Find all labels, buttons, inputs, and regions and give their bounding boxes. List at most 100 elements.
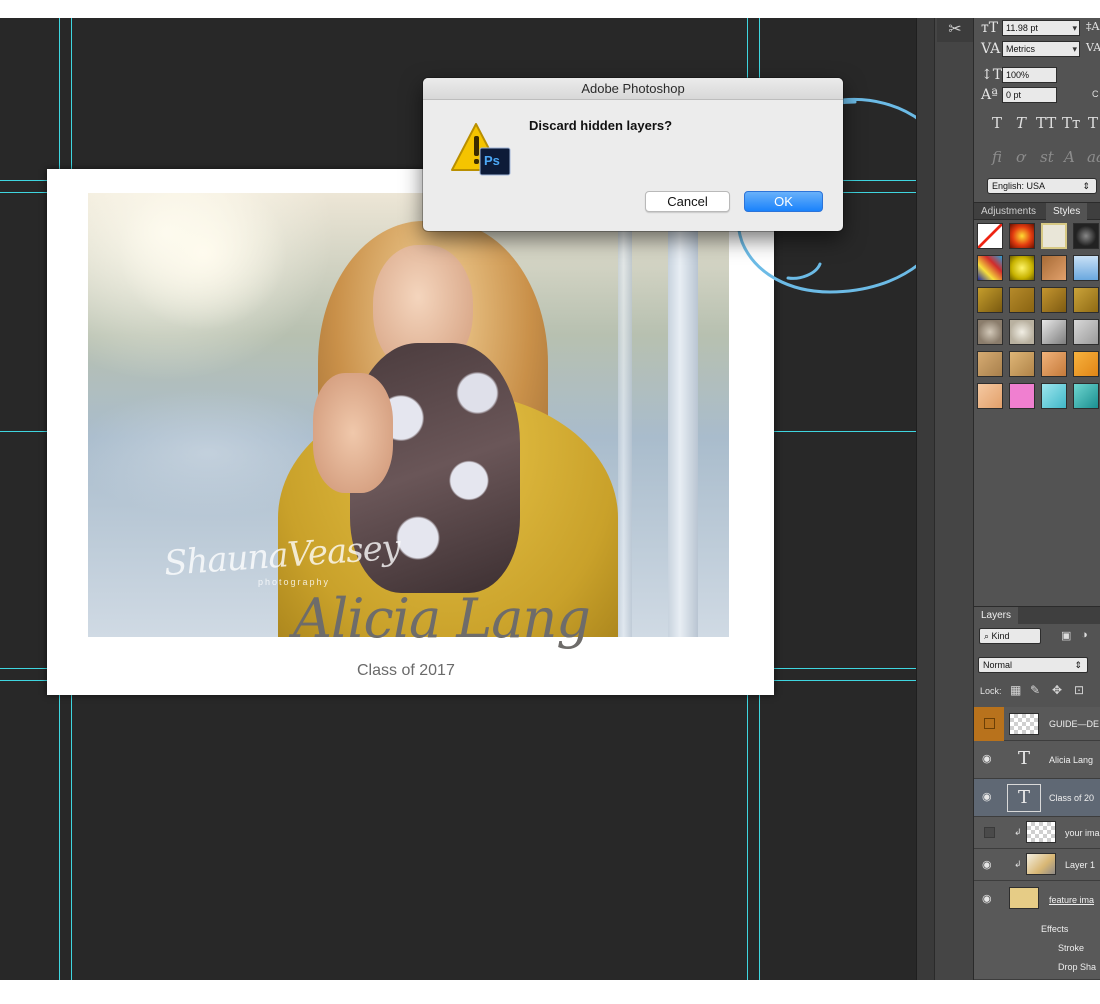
superscript-button[interactable]: T — [1088, 114, 1098, 132]
style-swatch[interactable] — [1041, 351, 1067, 377]
layer-name[interactable]: GUIDE—DE — [1049, 719, 1099, 729]
ok-button[interactable]: OK — [744, 191, 823, 212]
style-swatch[interactable] — [977, 255, 1003, 281]
style-swatch[interactable] — [1073, 255, 1099, 281]
photoshop-badge-icon: Ps — [484, 153, 500, 168]
eye-icon[interactable]: ◉ — [982, 858, 992, 871]
small-caps-button[interactable]: Tт — [1062, 114, 1080, 132]
text-layer-icon: T — [1017, 748, 1030, 769]
language-select[interactable]: English: USA ⇕ — [987, 178, 1097, 194]
filter-kind-value: Kind — [991, 631, 1010, 641]
eye-icon[interactable]: ◉ — [982, 790, 992, 803]
style-swatch[interactable] — [1073, 351, 1099, 377]
style-swatch[interactable] — [1041, 223, 1067, 249]
style-swatch[interactable] — [1041, 255, 1067, 281]
cancel-button[interactable]: Cancel — [645, 191, 730, 212]
style-swatch[interactable] — [1009, 383, 1035, 409]
style-swatch[interactable] — [1009, 319, 1035, 345]
layer-row[interactable]: ◉ feature ima Effects Stroke Drop Sha — [974, 881, 1100, 980]
eye-icon[interactable]: ◉ — [982, 752, 992, 765]
old-style-button[interactable]: ơ — [1016, 148, 1025, 166]
blend-mode-value: Normal — [983, 660, 1013, 670]
style-swatch[interactable] — [1073, 223, 1099, 249]
style-swatch[interactable] — [977, 383, 1003, 409]
filter-kind-select[interactable]: ⌕ Kind — [979, 628, 1041, 644]
font-size-icon: тT — [981, 20, 999, 36]
layer-thumbnail — [1026, 853, 1056, 875]
style-swatch[interactable] — [1009, 223, 1035, 249]
layer-row[interactable]: GUIDE—DE — [974, 707, 1100, 741]
blend-mode-select[interactable]: Normal ⇕ — [978, 657, 1088, 673]
style-swatch[interactable] — [977, 319, 1003, 345]
eye-icon[interactable]: ◉ — [982, 892, 992, 905]
lock-image-icon[interactable]: ✎ — [1030, 683, 1040, 697]
layer-row[interactable]: ↲ your ima — [974, 817, 1100, 849]
tool-settings-icon[interactable]: ✂ — [937, 18, 973, 42]
layer-name[interactable]: feature ima — [1049, 895, 1094, 905]
layer-name[interactable]: Class of 20 — [1049, 793, 1094, 803]
shape-layer-thumbnail — [1009, 887, 1039, 909]
effects-label: Effects — [1041, 924, 1069, 934]
kerning-field[interactable]: Metrics — [1002, 41, 1080, 57]
bottom-margin — [0, 980, 1100, 1004]
tab-adjustments[interactable]: Adjustments — [974, 203, 1043, 220]
clipping-arrow-icon: ↲ — [1014, 859, 1022, 869]
stylistic-alternates-button[interactable]: aa — [1087, 148, 1100, 166]
style-swatch[interactable] — [1041, 287, 1067, 313]
swash-button[interactable]: A — [1064, 148, 1075, 166]
style-swatch[interactable] — [1009, 351, 1035, 377]
dialog-title: Adobe Photoshop — [423, 78, 843, 100]
layer-thumbnail — [1009, 713, 1039, 735]
vertical-scale-icon: ↕T — [981, 67, 1003, 83]
pixel-filter-icon[interactable]: ▣ — [1061, 629, 1071, 642]
style-swatch[interactable] — [1073, 383, 1099, 409]
faux-italic-button[interactable]: T — [1016, 114, 1026, 132]
layer-row-selected[interactable]: ◉ T Class of 20 — [974, 779, 1100, 817]
all-caps-button[interactable]: TT — [1036, 114, 1056, 132]
layer-row[interactable]: ◉ ↲ Layer 1 — [974, 849, 1100, 881]
tracking-icon: VA — [1086, 41, 1100, 54]
visibility-toggle[interactable] — [984, 718, 995, 729]
tab-styles[interactable]: Styles — [1046, 203, 1088, 220]
effect-item[interactable]: Drop Sha — [1058, 962, 1096, 972]
style-swatch[interactable] — [977, 287, 1003, 313]
font-size-row: тT 11.98 pt ‡A — [974, 18, 1100, 40]
visibility-toggle[interactable] — [984, 827, 995, 838]
dialog-message: Discard hidden layers? — [529, 118, 673, 133]
panel-collapse-strip[interactable] — [916, 18, 934, 980]
style-swatch[interactable] — [977, 351, 1003, 377]
adjustment-filter-icon[interactable]: ◑ — [1081, 629, 1088, 641]
style-swatch[interactable] — [1073, 319, 1099, 345]
lock-position-icon[interactable]: ✥ — [1052, 683, 1062, 697]
photo-background-pillar — [618, 193, 632, 637]
baseline-shift-field[interactable]: 0 pt — [1002, 87, 1057, 103]
font-size-field[interactable]: 11.98 pt — [1002, 20, 1080, 36]
language-value: English: USA — [992, 181, 1046, 191]
chevron-down-icon: ⇕ — [1074, 660, 1082, 670]
lock-transparent-icon[interactable]: ▦ — [1010, 683, 1021, 697]
portrait-photo: ShaunaVeasey photography — [88, 193, 729, 637]
discard-hidden-layers-dialog: Adobe Photoshop Ps Discard hidden layers… — [423, 78, 843, 231]
baseline-shift-row: Aª 0 pt C — [974, 85, 1100, 107]
style-swatch[interactable] — [1009, 255, 1035, 281]
clipping-arrow-icon: ↲ — [1014, 827, 1022, 837]
style-swatch[interactable] — [1073, 287, 1099, 313]
lock-label: Lock: — [980, 686, 1002, 696]
layer-name[interactable]: Layer 1 — [1065, 860, 1095, 870]
layer-name[interactable]: your ima — [1065, 828, 1100, 838]
style-swatch[interactable] — [1041, 319, 1067, 345]
layer-name[interactable]: Alicia Lang — [1049, 755, 1093, 765]
chevron-down-icon: ⇕ — [1082, 181, 1090, 191]
ligatures-button[interactable]: fi — [992, 148, 1002, 166]
style-swatch[interactable] — [1041, 383, 1067, 409]
style-swatch[interactable] — [1009, 287, 1035, 313]
tab-layers[interactable]: Layers — [974, 607, 1019, 624]
layer-row[interactable]: ◉ T Alicia Lang — [974, 741, 1100, 779]
layer-thumbnail — [1026, 821, 1056, 843]
faux-bold-button[interactable]: T — [992, 114, 1002, 132]
effect-item[interactable]: Stroke — [1058, 943, 1084, 953]
lock-all-icon[interactable]: ⊡ — [1074, 683, 1084, 697]
vertical-scale-field[interactable]: 100% — [1002, 67, 1057, 83]
style-swatch-none[interactable] — [977, 223, 1003, 249]
discretionary-ligatures-button[interactable]: st — [1040, 148, 1054, 166]
